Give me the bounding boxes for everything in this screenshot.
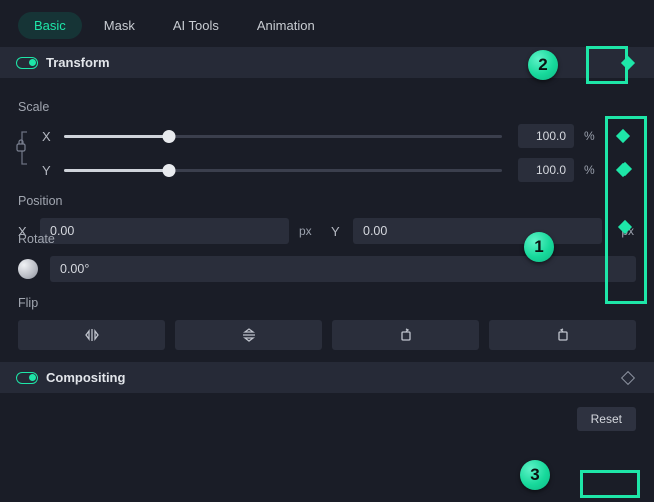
scale-x-keyframe-icon[interactable] — [616, 129, 630, 143]
compositing-title: Compositing — [46, 370, 125, 385]
rotate-ccw-button[interactable] — [489, 320, 636, 350]
scale-y-input[interactable] — [518, 158, 574, 182]
flip-vertical-icon — [241, 327, 257, 343]
scale-label: Scale — [18, 100, 636, 114]
tab-animation[interactable]: Animation — [241, 12, 331, 39]
scale-y-unit: % — [584, 163, 600, 177]
rotate-ccw-icon — [555, 327, 571, 343]
flip-label: Flip — [18, 296, 636, 310]
highlight-box-3 — [580, 470, 640, 498]
transform-toggle[interactable] — [16, 57, 38, 69]
scale-x-unit: % — [584, 129, 600, 143]
rotate-keyframe-icon[interactable] — [618, 220, 632, 234]
compositing-section-header: Compositing — [0, 362, 654, 393]
position-y-label: Y — [331, 224, 343, 239]
compositing-toggle[interactable] — [16, 372, 38, 384]
position-y-input[interactable] — [353, 218, 602, 244]
reset-button[interactable]: Reset — [577, 407, 636, 431]
rotate-input[interactable] — [50, 256, 636, 282]
scale-x-slider[interactable] — [64, 127, 508, 145]
compositing-keyframe-icon[interactable] — [621, 370, 635, 384]
rotate-cw-button[interactable] — [332, 320, 479, 350]
rotate-dial[interactable] — [18, 259, 38, 279]
tab-mask[interactable]: Mask — [88, 12, 151, 39]
position-x-unit: px — [299, 224, 321, 238]
property-tabs: Basic Mask AI Tools Animation — [0, 0, 654, 47]
flip-vertical-button[interactable] — [175, 320, 322, 350]
scale-x-input[interactable] — [518, 124, 574, 148]
callout-3: 3 — [520, 460, 550, 490]
flip-horizontal-icon — [84, 327, 100, 343]
position-keyframe-icon[interactable] — [618, 162, 632, 176]
scale-y-label: Y — [42, 163, 54, 178]
position-label: Position — [18, 194, 636, 208]
tab-basic[interactable]: Basic — [18, 12, 82, 39]
flip-horizontal-button[interactable] — [18, 320, 165, 350]
position-x-input[interactable] — [40, 218, 289, 244]
scale-x-label: X — [42, 129, 54, 144]
scale-y-slider[interactable] — [64, 161, 508, 179]
transform-section-header: Transform — [0, 47, 654, 78]
lock-icon[interactable] — [16, 128, 30, 168]
tab-ai-tools[interactable]: AI Tools — [157, 12, 235, 39]
rotate-cw-icon — [398, 327, 414, 343]
transform-keyframe-icon[interactable] — [621, 55, 635, 69]
transform-body: Scale X % Y % Position X — [0, 78, 654, 350]
transform-title: Transform — [46, 55, 110, 70]
